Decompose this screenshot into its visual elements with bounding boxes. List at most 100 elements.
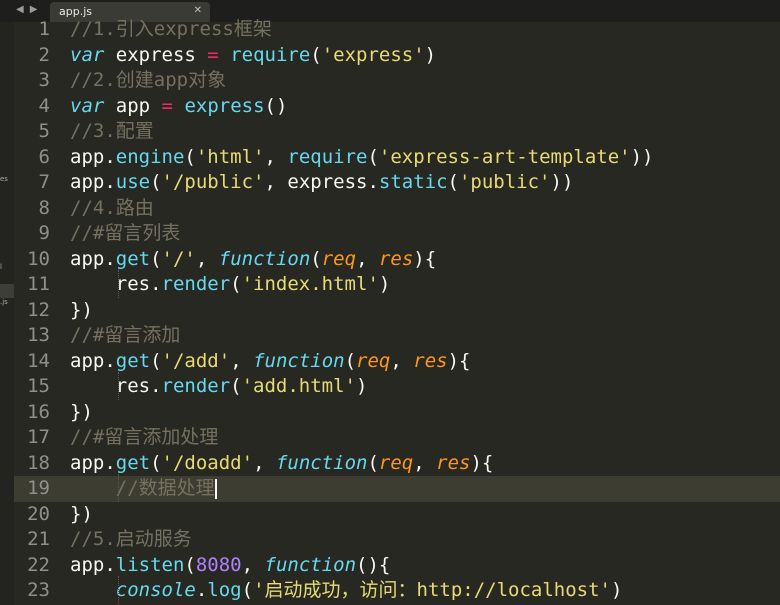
line-number: 17	[27, 426, 50, 448]
sidebar-item-fragment[interactable]: l	[0, 263, 14, 271]
code-line[interactable]: })	[70, 502, 93, 528]
code-token: '/add'	[161, 349, 231, 372]
code-token: )	[356, 375, 368, 397]
code-token: require	[230, 43, 311, 66]
sidebar: es l .js	[0, 22, 14, 605]
close-icon[interactable]: ✕	[194, 5, 202, 16]
indent-guide	[118, 270, 120, 298]
code-token: })	[70, 400, 93, 423]
line-number: 3	[38, 69, 50, 91]
code-line[interactable]: app.engine('html', require('express-art-…	[70, 145, 653, 171]
line-number: 13	[27, 324, 50, 346]
code-token: get	[115, 247, 151, 270]
code-line[interactable]: var app = express()	[70, 94, 287, 120]
code-token: //2.创建app对象	[70, 69, 227, 91]
code-line[interactable]: app.get('/doadd', function(req, res){	[70, 451, 493, 477]
code-line[interactable]: console.log('启动成功，访问：http://localhost')	[70, 578, 623, 604]
sidebar-selected-item[interactable]	[0, 284, 14, 298]
line-number: 16	[27, 400, 50, 423]
line-number: 10	[27, 247, 50, 270]
code-token: (	[150, 171, 162, 193]
code-line[interactable]: //#留言添加	[70, 323, 180, 349]
code-token: (	[230, 375, 242, 397]
code-token: ,	[413, 451, 437, 474]
code-token: res	[413, 349, 448, 372]
code-token: 8080	[195, 553, 242, 576]
code-token: (	[184, 553, 196, 576]
code-token: ,	[253, 451, 276, 474]
code-line[interactable]: app.listen(8080, function(){	[70, 553, 390, 579]
code-line[interactable]: app.get('/add', function(req, res){	[70, 349, 470, 375]
line-number: 4	[38, 94, 50, 117]
code-token: (	[184, 145, 196, 168]
code-line[interactable]: //#留言列表	[70, 221, 180, 247]
code-token: app	[104, 94, 162, 117]
code-token: (	[367, 145, 379, 168]
code-token: ))	[550, 171, 574, 193]
line-number: 2	[38, 43, 50, 66]
code-token: engine	[115, 145, 185, 168]
code-line[interactable]: })	[70, 400, 93, 426]
code-token: req	[356, 349, 391, 372]
code-token: .	[195, 579, 208, 601]
code-token: (	[310, 43, 322, 66]
code-token: ()	[264, 94, 288, 117]
code-token: ,	[195, 247, 219, 270]
code-token: (	[150, 451, 162, 474]
code-line[interactable]: })	[70, 298, 93, 324]
code-token: app.	[70, 553, 116, 576]
nav-forward-icon[interactable]: ▶	[30, 4, 44, 15]
code-line[interactable]: //数据处理	[70, 476, 217, 502]
code-line[interactable]: var express = require('express')	[70, 43, 436, 69]
line-number: 7	[38, 171, 50, 193]
code-line[interactable]: app.get('/', function(req, res){	[70, 247, 436, 273]
code-token: (){	[356, 553, 391, 576]
code-token: '/public'	[161, 171, 265, 193]
code-line[interactable]: app.use('/public', express.static('publi…	[70, 170, 573, 196]
code-token: ))	[630, 145, 654, 168]
indent-guide	[118, 372, 120, 400]
code-token: res	[436, 451, 471, 474]
code-token: })	[70, 298, 93, 321]
code-token: express	[184, 94, 265, 117]
line-number: 20	[27, 502, 50, 525]
nav-back-icon[interactable]: ◀	[16, 4, 30, 15]
code-token: '启动成功，访问：http://localhost'	[253, 579, 611, 601]
code-token: //5.启动服务	[70, 528, 192, 550]
code-token: 'express-art-template'	[378, 145, 631, 168]
sidebar-item-fragment[interactable]: es	[0, 175, 14, 183]
code-token: app.	[70, 349, 116, 372]
code-token: ){	[447, 349, 471, 372]
code-line[interactable]: //5.启动服务	[70, 527, 192, 553]
code-token: ){	[470, 451, 494, 474]
code-token: 'public'	[458, 171, 551, 193]
sidebar-item-fragment[interactable]: .js	[0, 298, 14, 306]
code-line[interactable]: //2.创建app对象	[70, 68, 226, 94]
code-token: function	[275, 451, 368, 474]
code-line[interactable]: //4.路由	[70, 196, 154, 222]
code-token: (	[310, 247, 322, 270]
line-number: 9	[38, 222, 50, 244]
code-line[interactable]: //1.引入express框架	[70, 17, 272, 43]
code-line[interactable]: //3.配置	[70, 119, 154, 145]
code-token: render	[161, 273, 231, 295]
line-number: 19	[27, 477, 50, 499]
code-token: , express.	[264, 171, 379, 193]
code-line[interactable]: res.render('add.html')	[70, 374, 368, 400]
tab-nav-arrows[interactable]: ◀▶	[16, 4, 43, 15]
line-number: 5	[38, 120, 50, 142]
line-number: 14	[27, 349, 50, 372]
code-token: app.	[70, 145, 116, 168]
code-token: get	[115, 451, 151, 474]
code-token: express	[104, 43, 208, 66]
code-token: res.	[70, 273, 162, 295]
code-token: app.	[70, 451, 116, 474]
code-token: (	[241, 579, 254, 601]
code-line[interactable]: //#留言添加处理	[70, 425, 218, 451]
code-token: (	[367, 451, 379, 474]
code-token: //1.引入express框架	[70, 18, 272, 40]
code-token: console	[115, 579, 196, 601]
code-token: render	[161, 375, 231, 397]
